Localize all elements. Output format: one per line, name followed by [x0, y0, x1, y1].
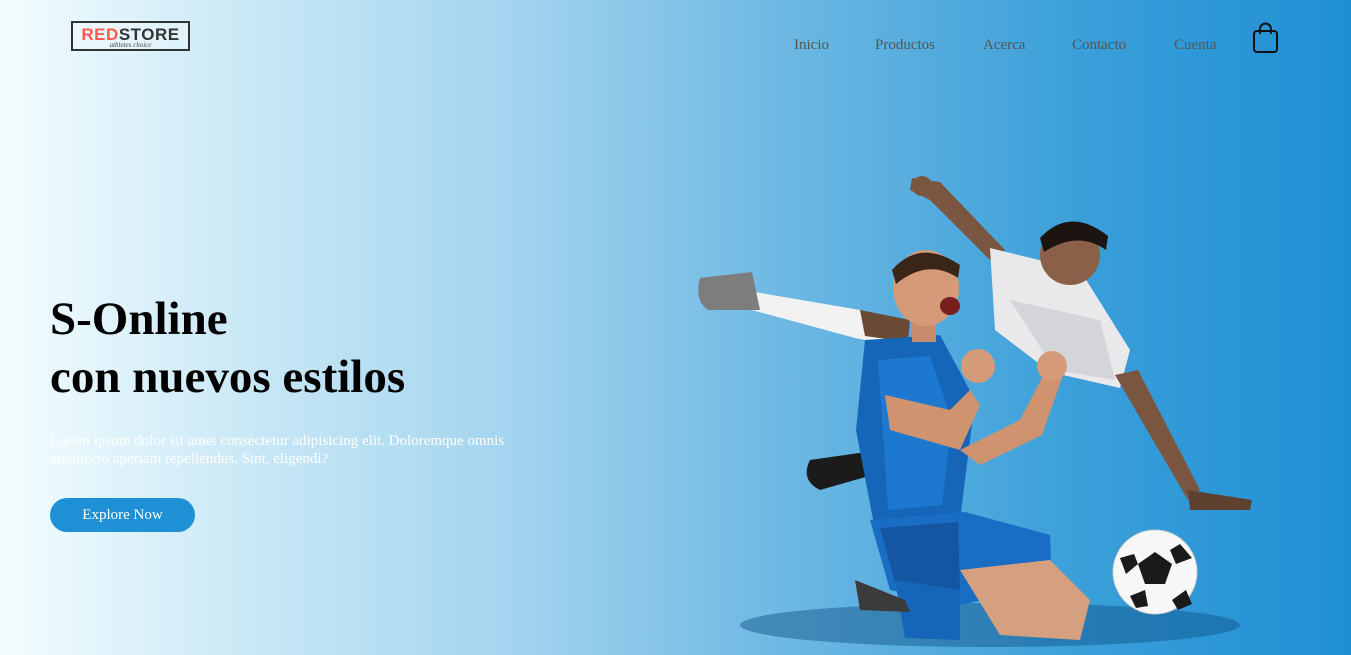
shopping-bag-icon[interactable] [1252, 22, 1279, 54]
headline-line-1: S-Online [50, 293, 228, 345]
hero-headline: S-Online con nuevos estilos [50, 290, 405, 406]
soccer-players-image [660, 160, 1300, 655]
explore-now-button[interactable]: Explore Now [50, 498, 195, 532]
nav-link-inicio[interactable]: Inicio [794, 35, 829, 55]
headline-line-2: con nuevos estilos [50, 351, 406, 403]
nav-link-contacto[interactable]: Contacto [1072, 35, 1126, 55]
nav-link-productos[interactable]: Productos [875, 35, 935, 55]
store-logo[interactable]: REDSTORE athletes choice [71, 21, 190, 51]
nav-link-acerca[interactable]: Acerca [983, 35, 1025, 55]
logo-tagline: athletes choice [109, 41, 152, 49]
nav-link-cuenta[interactable]: Cuenta [1174, 35, 1217, 55]
hero-description: Lorem ipsum dolor sit amet consectetur a… [50, 433, 505, 467]
